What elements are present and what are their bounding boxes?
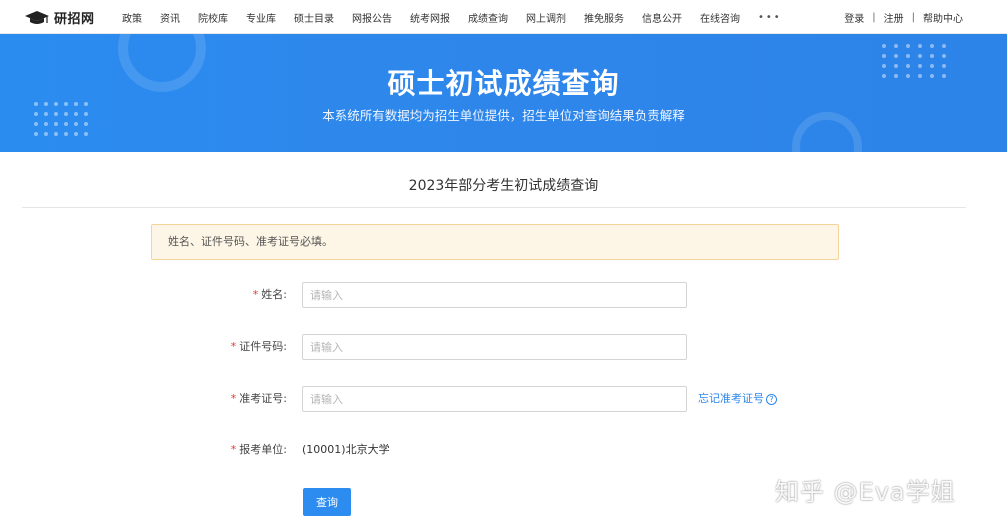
section-heading: 2023年部分考生初试成绩查询 [408, 178, 599, 194]
graduation-cap-icon [25, 10, 49, 24]
exam-number-input[interactable] [302, 386, 687, 412]
nav-item-news[interactable]: 资讯 [160, 10, 180, 25]
forgot-exam-number-link[interactable]: 忘记准考证号 ? [698, 386, 777, 412]
more-icon[interactable]: ••• [758, 12, 782, 23]
divider [22, 207, 966, 208]
nav-item-policy[interactable]: 政策 [122, 10, 142, 25]
main-nav: 政策 资讯 院校库 专业库 硕士目录 网报公告 统考网报 成绩查询 网上调剂 推… [122, 0, 782, 34]
id-number-label-text: 证件号码: [239, 340, 287, 353]
question-circle-icon: ? [766, 393, 777, 405]
page-subtitle: 本系统所有数据均为招生单位提供，招生单位对查询结果负责解释 [322, 108, 685, 123]
exam-number-label: * 准考证号: [231, 386, 287, 412]
forgot-exam-number-text: 忘记准考证号 [698, 392, 764, 405]
required-mark: * [252, 288, 259, 301]
nav-item-exam-registration[interactable]: 统考网报 [410, 10, 450, 25]
nav-item-disclosure[interactable]: 信息公开 [642, 10, 682, 25]
required-mark: * [230, 392, 237, 405]
form-row-name: * 姓名: [0, 282, 1007, 308]
id-number-label: * 证件号码: [231, 334, 287, 360]
nav-item-consult[interactable]: 在线咨询 [700, 10, 740, 25]
help-center-link[interactable]: 帮助中心 [923, 10, 963, 25]
page-title: 硕士初试成绩查询 [387, 67, 620, 100]
required-notice: 姓名、证件号码、准考证号必填。 [151, 224, 839, 260]
nav-item-announcements[interactable]: 网报公告 [352, 10, 392, 25]
nav-item-master-catalog[interactable]: 硕士目录 [294, 10, 334, 25]
institution-value: (10001)北京大学 [302, 443, 390, 456]
separator: | [911, 11, 915, 23]
institution-label: * 报考单位: [231, 437, 287, 463]
form-row-exam-number: *准考证号: 忘记准考证号 ? [0, 386, 1007, 412]
nav-item-schools[interactable]: 院校库 [198, 10, 228, 25]
required-mark: * [230, 443, 237, 456]
logo-text: 研招网 [54, 12, 95, 27]
name-label: * 姓名: [253, 282, 287, 308]
login-link[interactable]: 登录 [844, 10, 864, 25]
nav-item-majors[interactable]: 专业库 [246, 10, 276, 25]
nav-item-recommendation[interactable]: 推免服务 [584, 10, 624, 25]
top-navbar: 研招网 政策 资讯 院校库 专业库 硕士目录 网报公告 统考网报 成绩查询 网上… [0, 0, 1007, 34]
institution-label-text: 报考单位: [239, 443, 287, 456]
account-links: 登录 | 注册 | 帮助中心 [844, 0, 963, 34]
name-label-text: 姓名: [261, 288, 287, 301]
form-row-id-number: * 证件号码: [0, 334, 1007, 360]
banner: 硕士初试成绩查询 本系统所有数据均为招生单位提供，招生单位对查询结果负责解释 [0, 34, 1007, 152]
separator: | [872, 11, 876, 23]
register-link[interactable]: 注册 [884, 10, 904, 25]
site-logo[interactable]: 研招网 [24, 8, 95, 27]
required-mark: * [230, 340, 237, 353]
query-button[interactable]: 查询 [303, 488, 351, 516]
nav-item-score-query[interactable]: 成绩查询 [468, 10, 508, 25]
form-row-institution: * 报考单位: (10001)北京大学 [0, 437, 1007, 463]
id-number-input[interactable] [302, 334, 687, 360]
watermark: 知乎 @Eva学姐 [775, 478, 956, 506]
nav-item-adjustment[interactable]: 网上调剂 [526, 10, 566, 25]
name-input[interactable] [302, 282, 687, 308]
exam-number-label-text: 准考证号: [239, 392, 287, 405]
